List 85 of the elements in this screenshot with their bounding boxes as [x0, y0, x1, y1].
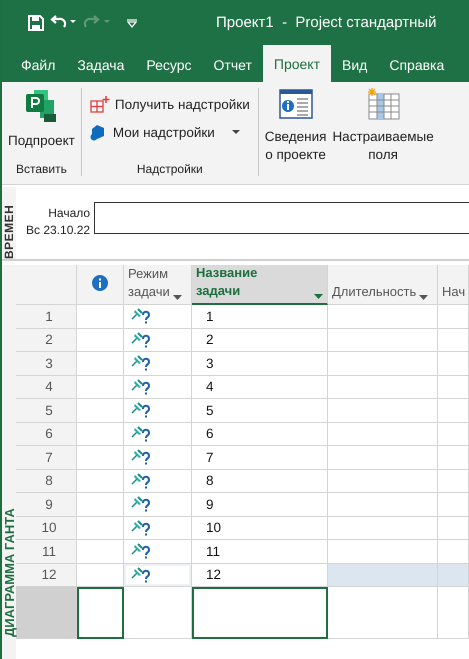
task-name-cell: 2	[192, 328, 328, 352]
task-name-cell: 3	[192, 352, 328, 376]
table-cell	[438, 516, 469, 540]
task-name-cell: 5	[192, 399, 328, 422]
row-number[interactable]: 12	[16, 564, 77, 587]
grid-icon	[366, 88, 400, 120]
pushpin-question-icon	[130, 378, 152, 396]
task-name-cell: 1	[192, 305, 328, 328]
dropdown-arrow-icon	[419, 295, 428, 301]
pushpin-question-icon	[130, 354, 152, 372]
ribbon-button[interactable]: Сведения о проекте	[262, 88, 328, 176]
ribbon-button[interactable]: Подпроект	[6, 88, 77, 162]
row-number[interactable]: 10	[16, 516, 77, 540]
table-cell	[438, 328, 469, 352]
pushpin-question-icon	[130, 495, 152, 514]
save-icon[interactable]	[28, 14, 44, 30]
row-number[interactable]: 4	[16, 376, 77, 399]
row-number[interactable]: 11	[16, 540, 77, 564]
pushpin-question-icon	[130, 401, 152, 420]
corner-cell[interactable]	[16, 265, 77, 305]
timeline-label: ВРЕМЕН	[2, 187, 16, 259]
pushpin-question-icon	[130, 518, 152, 537]
info-sheet-icon	[278, 88, 313, 120]
ribbon-tab[interactable]: Отчет	[202, 48, 263, 82]
pushpin-question-icon	[130, 307, 152, 326]
table-cell	[438, 352, 469, 376]
ribbon-tab[interactable]: Справка	[378, 48, 456, 82]
table-cell	[438, 564, 469, 587]
undo-icon[interactable]	[50, 14, 78, 30]
table-cell	[438, 587, 469, 639]
row-number[interactable]: 5	[16, 399, 77, 422]
table-cell	[438, 493, 469, 516]
ribbon-button[interactable]: Настраиваемые поля	[330, 88, 436, 176]
task-name-cell: 11	[192, 540, 328, 564]
group-label: Надстройки	[136, 162, 204, 176]
task-name-cell: 4	[192, 376, 328, 399]
selected-cell[interactable]	[192, 587, 328, 639]
table-cell	[438, 446, 469, 470]
column-header[interactable]	[77, 265, 124, 305]
pushpin-question-icon	[130, 542, 152, 560]
info-icon	[92, 275, 108, 291]
ribbon-tab[interactable]: Проект	[262, 45, 332, 82]
project-logo-icon	[24, 88, 58, 124]
window-title: Проект1 - Project стандартный	[216, 14, 437, 31]
table-cell	[438, 376, 469, 399]
ribbon-tab[interactable]: Вид	[331, 48, 378, 82]
table-cell	[438, 470, 469, 493]
task-name-cell: 8	[192, 470, 328, 493]
row-number[interactable]: 6	[16, 422, 77, 446]
column-header[interactable]: Название задачи	[192, 265, 328, 305]
view-label: ДИАГРАММА ГАНТА	[2, 265, 16, 659]
pushpin-question-icon	[130, 330, 152, 349]
group-label: Вставить	[15, 162, 68, 176]
ribbon-tab[interactable]: Файл	[10, 48, 66, 82]
pushpin-question-icon	[130, 472, 152, 490]
task-name-cell: 9	[192, 493, 328, 516]
ribbon-tab[interactable]: Задача	[66, 48, 136, 82]
ribbon-button[interactable]: Мои надстройки	[86, 120, 254, 144]
pushpin-question-icon	[130, 448, 152, 466]
dropdown-arrow-icon	[172, 295, 182, 301]
task-name-cell: 7	[192, 446, 328, 470]
table-cell	[438, 305, 469, 328]
pushpin-question-icon	[130, 424, 152, 443]
column-header[interactable]: Нач	[438, 265, 469, 305]
table-cell	[77, 587, 124, 639]
task-name-cell: 6	[192, 422, 328, 446]
table-cell	[438, 422, 469, 446]
row-number[interactable]: 9	[16, 493, 77, 516]
task-name-cell: 10	[192, 516, 328, 540]
pushpin-question-icon	[130, 566, 152, 584]
caret-icon	[232, 130, 240, 134]
ribbon-button[interactable]: Получить надстройки	[86, 92, 254, 116]
ribbon-tab[interactable]: Ресурс	[135, 48, 203, 82]
add-ins-icon	[90, 95, 110, 113]
customize-icon[interactable]	[126, 18, 138, 28]
row-number[interactable]: 8	[16, 470, 77, 493]
start-date-label: Начало Вс 23.10.22	[25, 205, 92, 239]
row-number[interactable]: 1	[16, 305, 77, 328]
column-header[interactable]: Режим задачи	[124, 265, 192, 305]
column-header[interactable]: Длительность	[328, 265, 438, 305]
table-cell	[438, 399, 469, 422]
row-number[interactable]: 7	[16, 446, 77, 470]
row-number[interactable]: 2	[16, 328, 77, 352]
dropdown-arrow-icon	[314, 294, 323, 300]
row-number[interactable]: 3	[16, 352, 77, 376]
